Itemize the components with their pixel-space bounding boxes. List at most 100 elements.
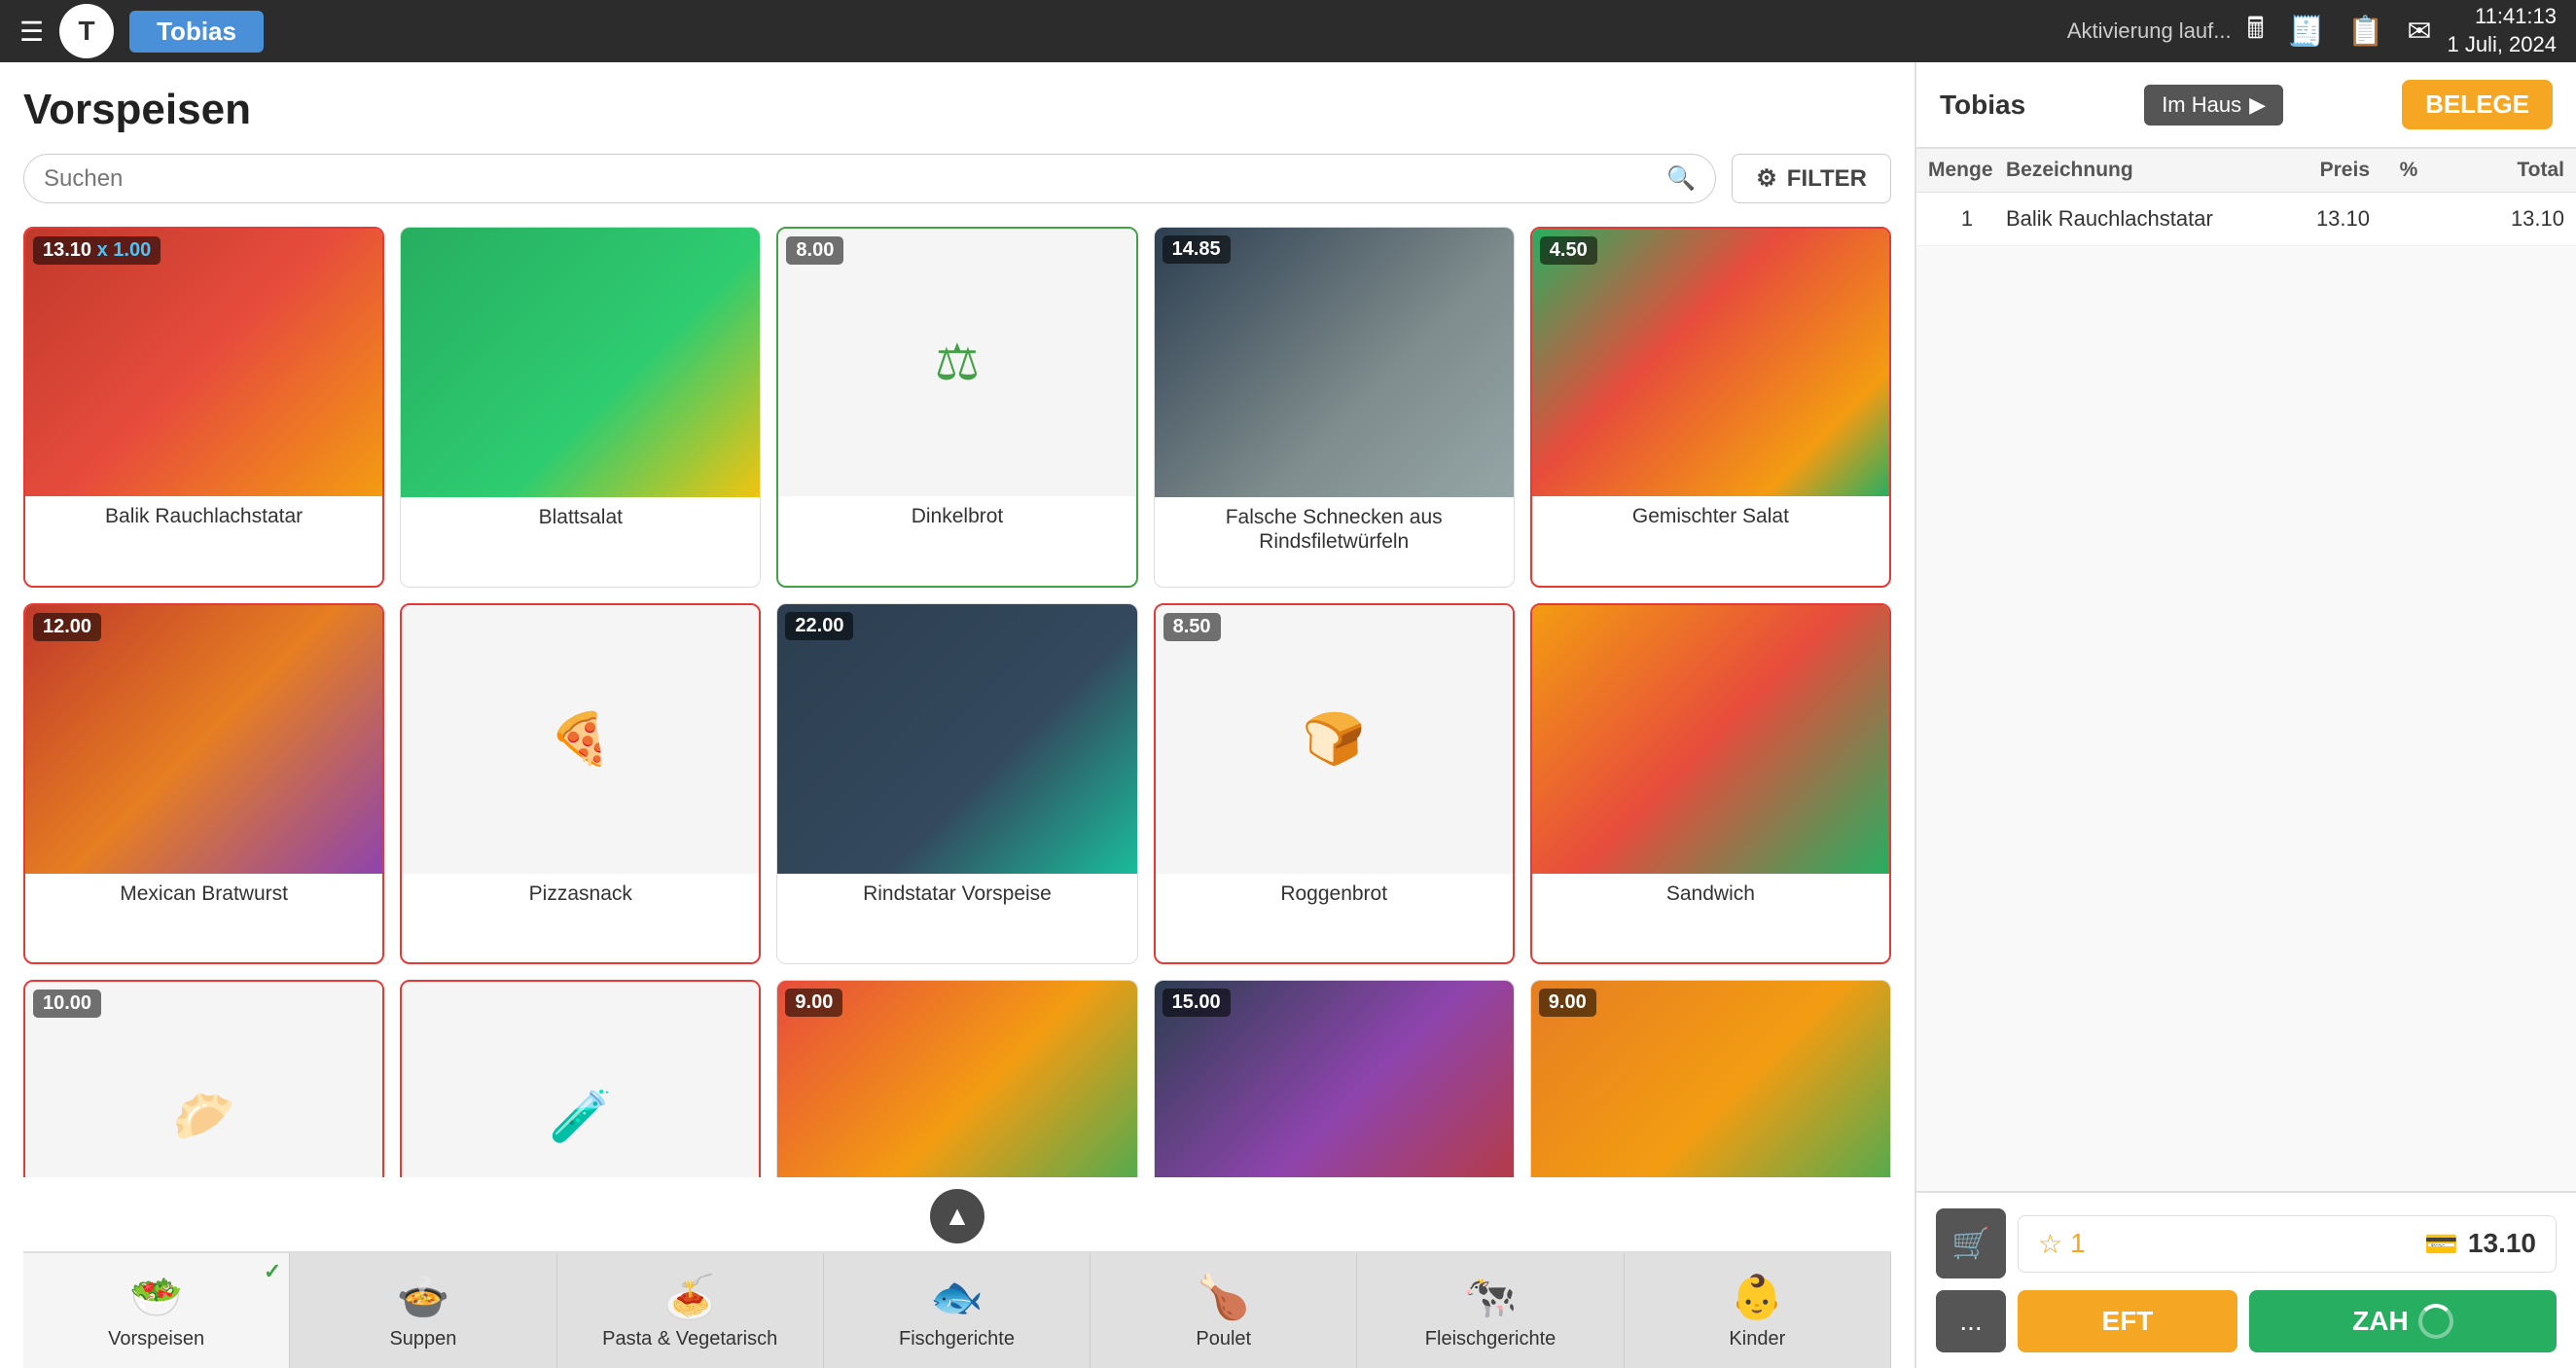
belege-button[interactable]: BELEGE [2402, 80, 2553, 129]
food-card-tomatensalat[interactable]: Tomatensalat mit Bio B.Moz 9.00 [776, 980, 1137, 1177]
food-image-sandwich [1532, 605, 1889, 873]
food-card-falsche[interactable]: Falsche Schnecken aus Rindsfiletwürfeln … [1154, 227, 1515, 588]
food-card-roggenbrot[interactable]: 🍞 Roggenbrot 8.50 [1154, 603, 1515, 964]
order-table-header: Menge Bezeichnung Preis % Total [1916, 149, 2576, 193]
price-badge-wurstkase: 9.00 [1539, 989, 1596, 1017]
totals-amount: 💳 13.10 [2424, 1228, 2536, 1260]
activation-status: Aktivierung lauf... [2067, 18, 2232, 44]
col-bezeichnung: Bezeichnung [2006, 159, 2253, 182]
search-input[interactable] [44, 165, 1657, 193]
topbar-time: 11:41:13 1 Juli, 2024 [2447, 3, 2557, 58]
food-label-sandwich: Sandwich [1532, 874, 1889, 914]
category-item-suppen[interactable]: 🍲 Suppen [290, 1253, 556, 1368]
inhouse-button[interactable]: Im Haus ▶ [2144, 85, 2283, 126]
food-label-blattsalat: Blattsalat [401, 497, 760, 537]
price-badge-weinberg: 15.00 [1163, 989, 1231, 1017]
receipt-icon[interactable]: 🧾 [2288, 15, 2324, 49]
category-item-pasta[interactable]: 🍝 Pasta & Vegetarisch [557, 1253, 824, 1368]
page-title: Vorspeisen [23, 86, 1891, 134]
search-filter-row: 🔍 ⚙ FILTER [23, 154, 1891, 203]
food-card-test[interactable]: 🧪 Test [400, 980, 761, 1177]
food-card-weinberg[interactable]: Weinbergschnecken 15.00 [1154, 980, 1515, 1177]
food-label-balik: Balik Rauchlachstatar [25, 496, 382, 536]
food-placeholder-test: 🧪 [402, 982, 759, 1177]
row-total: 13.10 [2448, 206, 2564, 232]
category-item-poulet[interactable]: 🍗 Poulet [1091, 1253, 1357, 1368]
cat-label-fleischgerichte: Fleischgerichte [1425, 1328, 1556, 1350]
food-card-wurstkase[interactable]: Wurst-Käsesalat 9.00 [1530, 980, 1891, 1177]
menu-icon[interactable]: ☰ [19, 16, 44, 48]
row-menge: 1 [1928, 206, 2006, 232]
action-row: ... EFT ZAH [1936, 1290, 2557, 1352]
col-total: Total [2448, 159, 2564, 182]
pay-button[interactable]: ZAH [2249, 1290, 2557, 1352]
category-item-fleischgerichte[interactable]: 🐄 Fleischgerichte [1357, 1253, 1624, 1368]
search-icon: 🔍 [1666, 164, 1696, 193]
food-card-balik[interactable]: Balik Rauchlachstatar 13.10 x 1.00 [23, 227, 384, 588]
scroll-up-area: ▲ [23, 1177, 1891, 1251]
logo: T [59, 4, 114, 58]
mail-icon[interactable]: ✉ [2407, 15, 2431, 49]
price-badge-roggenbrot: 8.50 [1163, 613, 1221, 641]
food-label-dinkelbrot: Dinkelbrot [778, 496, 1135, 536]
topbar-title: Tobias [129, 11, 264, 53]
topbar: ☰ T Tobias Aktivierung lauf... 🖩 🧾 📋 ✉ 1… [0, 0, 2576, 62]
food-card-mexican[interactable]: Mexican Bratwurst 12.00 [23, 603, 384, 964]
pay-spinner [2418, 1304, 2453, 1339]
table-row[interactable]: 1 Balik Rauchlachstatar 13.10 13.10 [1916, 193, 2576, 246]
row-bezeichnung: Balik Rauchlachstatar [2006, 206, 2253, 232]
more-options-button[interactable]: ... [1936, 1290, 2006, 1352]
cart-icon: 🛒 [1951, 1225, 1990, 1262]
cat-icon-vorspeisen: 🥗 [129, 1272, 183, 1322]
food-card-dinkelbrot[interactable]: ⚖ Dinkelbrot 8.00 [776, 227, 1137, 588]
food-label-roggenbrot: Roggenbrot [1156, 874, 1513, 914]
food-card-sandwich[interactable]: Sandwich [1530, 603, 1891, 964]
category-item-fischgerichte[interactable]: 🐟 Fischgerichte [824, 1253, 1091, 1368]
customer-name: Tobias [1940, 90, 2025, 121]
food-label-falsche: Falsche Schnecken aus Rindsfiletwürfeln [1155, 497, 1514, 561]
category-bar: ✓ 🥗 Vorspeisen 🍲 Suppen 🍝 Pasta & Vegeta… [23, 1251, 1891, 1368]
cat-icon-pasta: 🍝 [663, 1272, 717, 1322]
totals-qty: ☆ 1 [2038, 1228, 2086, 1260]
price-badge-tomatensalat: 9.00 [785, 989, 842, 1017]
food-image-balik [25, 229, 382, 496]
cat-label-vorspeisen: Vorspeisen [108, 1328, 204, 1350]
food-card-rindstatar[interactable]: Rindstatar Vorspeise 22.00 [776, 603, 1137, 964]
scroll-up-button[interactable]: ▲ [930, 1189, 984, 1243]
food-card-gemischt[interactable]: Gemischter Salat 4.50 [1530, 227, 1891, 588]
food-label-pizzasnack: Pizzasnack [402, 874, 759, 914]
totals-row: 🛒 ☆ 1 💳 13.10 [1936, 1208, 2557, 1278]
cat-label-poulet: Poulet [1196, 1328, 1251, 1350]
price-badge-dinkelbrot: 8.00 [786, 236, 843, 265]
food-image-rindstatar [777, 604, 1136, 874]
right-panel: Tobias Im Haus ▶ BELEGE Menge Bezeichnun… [1914, 62, 2576, 1368]
category-item-vorspeisen[interactable]: ✓ 🥗 Vorspeisen [23, 1253, 290, 1368]
col-menge: Menge [1928, 159, 2006, 182]
cat-label-pasta: Pasta & Vegetarisch [602, 1328, 777, 1350]
price-badge-balik: 13.10 x 1.00 [33, 236, 161, 265]
food-placeholder-pizzasnack: 🍕 [402, 605, 759, 873]
food-card-blattsalat[interactable]: Blattsalat [400, 227, 761, 588]
calculator-icon[interactable]: 🖩 [2247, 7, 2265, 56]
cat-icon-suppen: 🍲 [397, 1272, 450, 1322]
cat-label-kinder: Kinder [1729, 1328, 1785, 1350]
topbar-icons: 🖩 🧾 📋 ✉ [2247, 7, 2432, 56]
food-label-mexican: Mexican Bratwurst [25, 874, 382, 914]
search-box[interactable]: 🔍 [23, 154, 1716, 203]
food-placeholder-dinkelbrot: ⚖ [778, 229, 1135, 496]
cat-label-suppen: Suppen [389, 1328, 456, 1350]
col-preis: Preis [2253, 159, 2370, 182]
food-card-teigtaschen[interactable]: 🥟 Teigtaschen 10.00 [23, 980, 384, 1177]
order-table: Menge Bezeichnung Preis % Total 1 Balik … [1916, 149, 2576, 246]
document-icon[interactable]: 📋 [2347, 15, 2383, 49]
cat-icon-poulet: 🍗 [1197, 1272, 1250, 1322]
food-card-pizzasnack[interactable]: 🍕 Pizzasnack [400, 603, 761, 964]
food-image-blattsalat [401, 228, 760, 497]
category-item-kinder[interactable]: 👶 Kinder [1625, 1253, 1891, 1368]
totals-info: ☆ 1 💳 13.10 [2018, 1215, 2557, 1273]
food-label-gemischt: Gemischter Salat [1532, 496, 1889, 536]
filter-button[interactable]: ⚙ FILTER [1732, 154, 1891, 203]
eft-button[interactable]: EFT [2018, 1290, 2237, 1352]
cart-button[interactable]: 🛒 [1936, 1208, 2006, 1278]
right-bottom: 🛒 ☆ 1 💳 13.10 ... EFT ZAH [1916, 1191, 2576, 1368]
